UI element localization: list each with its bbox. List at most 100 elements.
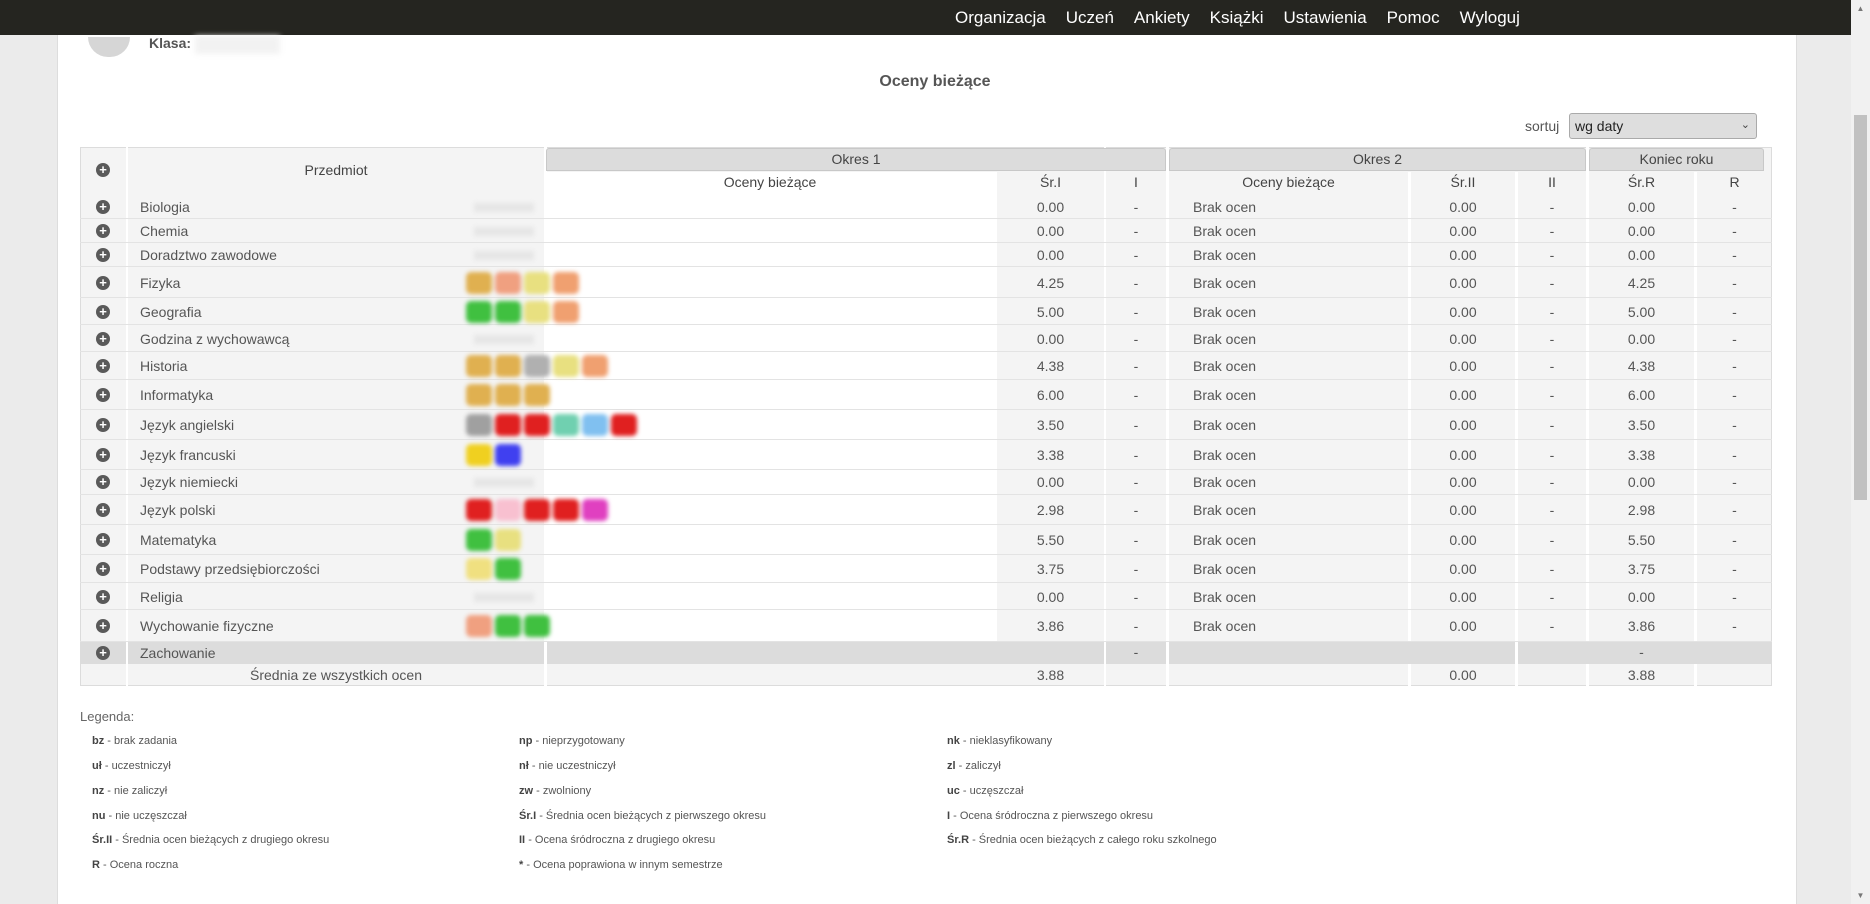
grade-marks-blurred[interactable] xyxy=(466,558,521,580)
summary-sr2: 0.00 xyxy=(1449,667,1477,683)
grade-mark[interactable] xyxy=(524,355,550,377)
nav-organizacja[interactable]: Organizacja xyxy=(955,8,1046,28)
expand-row-icon[interactable]: + xyxy=(96,200,110,214)
expand-row-icon[interactable]: + xyxy=(96,224,110,238)
expand-row-icon[interactable]: + xyxy=(96,248,110,262)
grade-mark[interactable] xyxy=(466,444,492,466)
grade-mark[interactable] xyxy=(495,615,521,637)
row-r: - xyxy=(1732,275,1737,291)
nav-ustawienia[interactable]: Ustawienia xyxy=(1284,8,1367,28)
row-sr2: 0.00 xyxy=(1449,532,1477,548)
row-sr2: 0.00 xyxy=(1449,331,1477,347)
grade-mark[interactable] xyxy=(495,499,521,521)
grade-marks-blurred[interactable] xyxy=(466,615,550,637)
grade-mark[interactable] xyxy=(466,499,492,521)
grade-mark[interactable] xyxy=(582,355,608,377)
grade-mark[interactable] xyxy=(553,272,579,294)
nav-pomoc[interactable]: Pomoc xyxy=(1387,8,1440,28)
grade-mark[interactable] xyxy=(495,558,521,580)
expand-row-icon[interactable]: + xyxy=(96,619,110,633)
expand-row-icon[interactable]: + xyxy=(96,590,110,604)
grade-marks-blurred[interactable] xyxy=(466,384,550,406)
grade-mark[interactable] xyxy=(495,301,521,323)
expand-row-icon[interactable]: + xyxy=(96,276,110,290)
grade-mark[interactable] xyxy=(466,529,492,551)
nav-ankiety[interactable]: Ankiety xyxy=(1134,8,1190,28)
expand-row-icon[interactable]: + xyxy=(96,646,110,660)
grade-mark[interactable] xyxy=(611,414,637,436)
sort-select[interactable]: wg daty ⌄ xyxy=(1569,113,1757,139)
grade-mark[interactable] xyxy=(524,272,550,294)
grade-marks-blurred[interactable] xyxy=(466,529,521,551)
expand-row-icon[interactable]: + xyxy=(96,332,110,346)
grade-marks-blurred[interactable] xyxy=(466,355,608,377)
expand-row-icon[interactable]: + xyxy=(96,562,110,576)
grade-mark[interactable] xyxy=(524,615,550,637)
expand-row-icon[interactable]: + xyxy=(96,503,110,517)
grade-mark[interactable] xyxy=(495,529,521,551)
scroll-up-icon[interactable]: ▲ xyxy=(1851,0,1870,17)
row-ii: - xyxy=(1549,589,1555,605)
grade-mark[interactable] xyxy=(495,414,521,436)
grade-mark[interactable] xyxy=(495,355,521,377)
grade-mark[interactable] xyxy=(553,355,579,377)
legend-desc: - Ocena śródroczna z drugiego okresu xyxy=(528,834,716,846)
expand-row-icon[interactable]: + xyxy=(96,305,110,319)
grade-mark[interactable] xyxy=(466,414,492,436)
grade-mark[interactable] xyxy=(582,499,608,521)
subheader-sr1: Śr.I xyxy=(1039,174,1061,190)
class-label: Klasa: xyxy=(149,35,192,51)
legend-item: nł - nie uczestniczył xyxy=(519,760,616,772)
nav-wyloguj[interactable]: Wyloguj xyxy=(1460,8,1520,28)
expand-all-icon[interactable]: + xyxy=(96,163,110,177)
legend-code: np xyxy=(519,735,533,747)
grade-marks-blurred[interactable] xyxy=(466,301,579,323)
grade-mark[interactable] xyxy=(495,384,521,406)
grade-mark[interactable] xyxy=(495,272,521,294)
row-r: - xyxy=(1732,417,1737,433)
grade-marks-blurred[interactable] xyxy=(466,444,521,466)
header-subject: Przedmiot xyxy=(304,162,368,178)
grade-mark[interactable] xyxy=(466,558,492,580)
expand-row-icon[interactable]: + xyxy=(96,533,110,547)
row-subject: Język angielski xyxy=(140,417,235,433)
grade-mark[interactable] xyxy=(524,414,550,436)
grade-mark[interactable] xyxy=(524,301,550,323)
grade-mark[interactable] xyxy=(495,444,521,466)
row-okres2-marks: Brak ocen xyxy=(1193,331,1257,347)
legend-desc: - uczestniczył xyxy=(104,760,171,772)
grade-mark[interactable] xyxy=(466,355,492,377)
grade-marks-blurred[interactable] xyxy=(466,414,637,436)
grade-mark[interactable] xyxy=(466,272,492,294)
grade-mark[interactable] xyxy=(466,301,492,323)
row-srr: - xyxy=(1639,644,1644,660)
row-ii: - xyxy=(1549,223,1555,239)
row-subject: Wychowanie fizyczne xyxy=(140,618,274,634)
nav-ksiazki[interactable]: Książki xyxy=(1210,8,1264,28)
grade-marks-blurred[interactable] xyxy=(466,272,579,294)
row-okres2-marks: Brak ocen xyxy=(1193,561,1257,577)
grade-marks-blurred[interactable] xyxy=(466,499,608,521)
scrollbar[interactable]: ▲ ▼ xyxy=(1851,0,1870,904)
nav-uczen[interactable]: Uczeń xyxy=(1066,8,1114,28)
expand-row-icon[interactable]: + xyxy=(96,388,110,402)
legend-code: II xyxy=(519,834,526,846)
expand-row-icon[interactable]: + xyxy=(96,418,110,432)
legend-code: nł xyxy=(519,760,529,772)
grade-mark[interactable] xyxy=(466,615,492,637)
grade-mark[interactable] xyxy=(553,414,579,436)
grade-mark[interactable] xyxy=(524,384,550,406)
expand-row-icon[interactable]: + xyxy=(96,448,110,462)
scroll-down-icon[interactable]: ▼ xyxy=(1851,887,1870,904)
grade-mark[interactable] xyxy=(553,301,579,323)
scrollbar-thumb[interactable] xyxy=(1854,115,1867,500)
row-srr: 2.98 xyxy=(1627,502,1656,518)
grade-mark[interactable] xyxy=(582,414,608,436)
row-srr: 0.00 xyxy=(1627,589,1656,605)
expand-row-icon[interactable]: + xyxy=(96,359,110,373)
grade-mark[interactable] xyxy=(524,499,550,521)
grade-mark[interactable] xyxy=(466,384,492,406)
expand-row-icon[interactable]: + xyxy=(96,475,110,489)
grade-mark[interactable] xyxy=(553,499,579,521)
table-row: + Matematyka 5.50 - Brak ocen 0.00 - 5.50 - xyxy=(80,525,1772,555)
